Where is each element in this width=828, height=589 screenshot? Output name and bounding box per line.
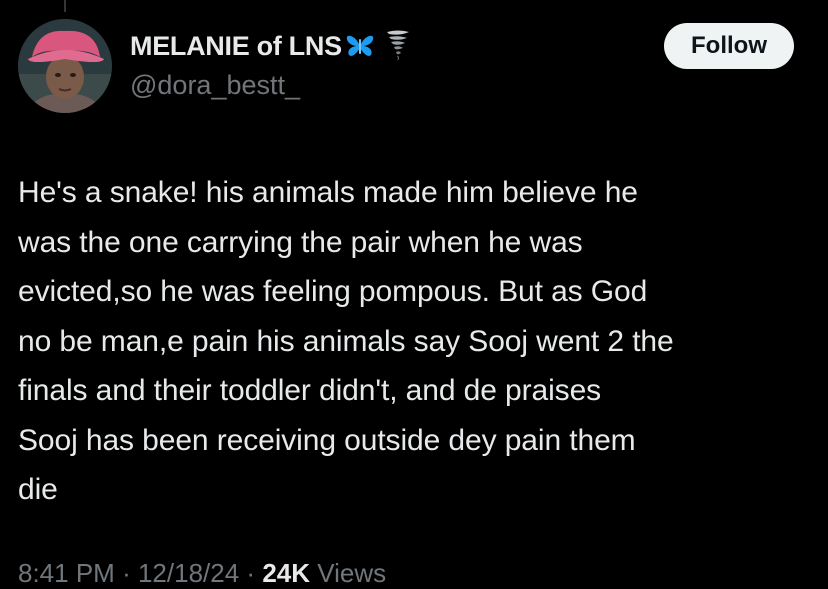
- views-count[interactable]: 24K: [262, 558, 310, 588]
- tweet-header: MELANIE of LNS @dora_bestt_: [130, 28, 410, 101]
- tweet-time[interactable]: 8:41 PM: [18, 558, 115, 588]
- meta-separator: ·: [122, 558, 131, 588]
- tweet-text: He's a snake! his animals made him belie…: [18, 176, 674, 506]
- user-handle[interactable]: @dora_bestt_: [130, 70, 410, 101]
- thread-connector-line: [64, 0, 66, 12]
- display-name-row: MELANIE of LNS: [130, 28, 410, 64]
- display-name[interactable]: MELANIE of LNS: [130, 31, 342, 62]
- butterfly-icon: [346, 34, 374, 58]
- tweet-meta: 8:41 PM · 12/18/24 · 24K Views: [18, 558, 386, 589]
- tornado-icon: [386, 29, 410, 63]
- avatar[interactable]: [18, 19, 112, 113]
- meta-separator: ·: [246, 558, 256, 588]
- follow-button[interactable]: Follow: [664, 23, 794, 69]
- views-label: Views: [317, 558, 387, 588]
- tweet-date[interactable]: 12/18/24: [138, 558, 239, 588]
